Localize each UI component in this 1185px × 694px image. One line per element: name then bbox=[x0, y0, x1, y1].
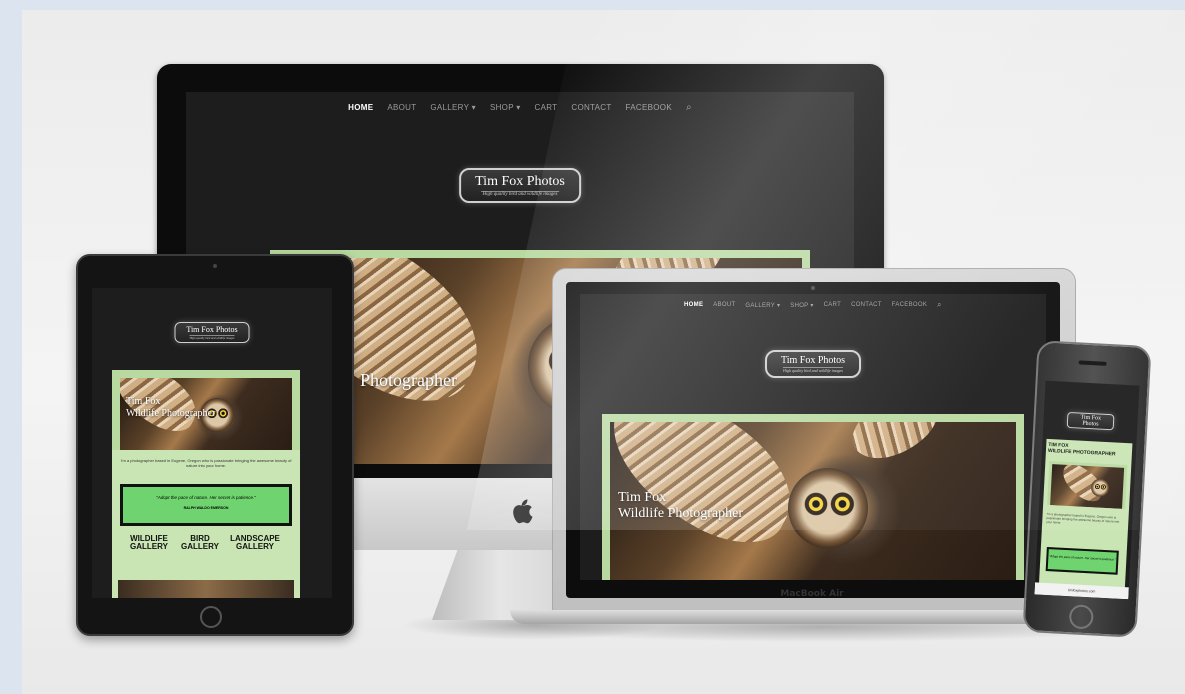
nav-gallery[interactable]: GALLERY ▾ bbox=[745, 302, 780, 309]
ipad-hero-frame: Tim Fox Wildlife Photographer bbox=[112, 370, 300, 450]
ipad-logo[interactable]: Tim Fox Photos High quality bird and wil… bbox=[174, 322, 250, 343]
owl-face bbox=[1090, 478, 1110, 498]
search-icon[interactable]: ⌕ bbox=[686, 102, 692, 113]
macbook-hero-text: Tim Fox Wildlife Photographer bbox=[618, 490, 743, 522]
nav-gallery[interactable]: GALLERY ▾ bbox=[430, 103, 476, 112]
apple-logo-icon bbox=[510, 498, 534, 526]
iphone-hero-frame bbox=[1047, 460, 1128, 510]
nav-cart[interactable]: CART bbox=[824, 302, 841, 308]
ipad-hero-text: Tim Fox Wildlife Photographer bbox=[126, 396, 215, 419]
nav-facebook[interactable]: FACEBOOK bbox=[892, 302, 927, 308]
iphone-frame: Tim Fox Photos TIM FOX WILDLIFE PHOTOGRA… bbox=[1022, 340, 1152, 638]
nav-contact[interactable]: CONTACT bbox=[851, 302, 882, 308]
nav-shop[interactable]: SHOP ▾ bbox=[790, 302, 813, 309]
iphone-screen: Tim Fox Photos TIM FOX WILDLIFE PHOTOGRA… bbox=[1034, 380, 1140, 600]
nav-home[interactable]: HOME bbox=[684, 302, 703, 308]
hero-line-2: Wildlife Photographer bbox=[618, 506, 744, 522]
imac-nav: HOME ABOUT GALLERY ▾ SHOP ▾ CART CONTACT… bbox=[186, 102, 854, 113]
macbook-screen: HOME ABOUT GALLERY ▾ SHOP ▾ CART CONTACT… bbox=[580, 294, 1046, 580]
nav-contact[interactable]: CONTACT bbox=[571, 103, 611, 112]
iphone-speaker bbox=[1078, 360, 1107, 366]
search-icon[interactable]: ⌕ bbox=[937, 300, 942, 310]
ipad-quote-box: "Adopt the pace of nature. Her secret is… bbox=[120, 484, 292, 526]
owl-face bbox=[788, 468, 868, 548]
quote-author: RALPH WALDO EMERSON bbox=[183, 506, 229, 510]
logo-title: Tim Fox Photos bbox=[186, 325, 238, 334]
site-logo[interactable]: Tim Fox Photos High quality bird and wil… bbox=[459, 168, 581, 203]
logo-tagline: High quality bird and wildlife images bbox=[783, 367, 843, 373]
ipad-screen: Tim Fox Photos High quality bird and wil… bbox=[92, 288, 332, 598]
iphone-home-button[interactable] bbox=[1068, 604, 1094, 630]
macbook-nav: HOME ABOUT GALLERY ▾ SHOP ▾ CART CONTACT… bbox=[580, 300, 1046, 310]
ipad-gallery-links: WILDLIFE GALLERY BIRD GALLERY LANDSCAPE … bbox=[124, 534, 284, 552]
quote-text: "Adopt the pace of nature. Her secret is… bbox=[1049, 554, 1116, 562]
macbook-label: MacBook Air bbox=[780, 589, 844, 599]
hero-line-2: Wildlife Photographer bbox=[126, 407, 216, 419]
owl-wing-right bbox=[842, 422, 948, 477]
gallery-link-wildlife[interactable]: WILDLIFE GALLERY bbox=[124, 534, 174, 552]
nav-shop[interactable]: SHOP ▾ bbox=[490, 103, 521, 112]
gallery-link-bird[interactable]: BIRD GALLERY bbox=[177, 534, 223, 552]
ipad-gallery-thumb[interactable] bbox=[118, 580, 294, 598]
imac-hero-text: Photographer bbox=[360, 370, 457, 390]
quote-text: "Adopt the pace of nature. Her secret is… bbox=[156, 495, 256, 500]
iphone-logo[interactable]: Tim Fox Photos bbox=[1066, 411, 1115, 431]
nav-about[interactable]: ABOUT bbox=[713, 302, 735, 308]
owl-image bbox=[1050, 464, 1125, 509]
nav-cart[interactable]: CART bbox=[535, 103, 558, 112]
logo-tagline: High quality bird and wildlife images bbox=[189, 335, 235, 340]
logo-title: Tim Fox Photos bbox=[1080, 414, 1102, 428]
ipad-home-button[interactable] bbox=[200, 606, 222, 628]
nav-about[interactable]: ABOUT bbox=[387, 103, 416, 112]
logo-title: Tim Fox Photos bbox=[780, 355, 846, 366]
nav-facebook[interactable]: FACEBOOK bbox=[626, 103, 672, 112]
macbook-logo[interactable]: Tim Fox Photos High quality bird and wil… bbox=[765, 350, 861, 378]
nav-home[interactable]: HOME bbox=[348, 103, 373, 112]
iphone-quote-box: "Adopt the pace of nature. Her secret is… bbox=[1045, 546, 1119, 575]
ipad-intro-text: I'm a photographer based in Eugene, Oreg… bbox=[120, 458, 292, 469]
mockup-stage: HOME ABOUT GALLERY ▾ SHOP ▾ CART CONTACT… bbox=[22, 10, 1185, 694]
hero-line-1: Tim Fox bbox=[126, 396, 161, 407]
gallery-link-landscape[interactable]: LANDSCAPE GALLERY bbox=[226, 534, 284, 552]
macbook-hero-frame: Tim Fox Wildlife Photographer bbox=[602, 414, 1024, 580]
logo-tagline: High quality bird and wildlife images bbox=[481, 191, 559, 197]
hero-line-1: Tim Fox bbox=[618, 490, 667, 505]
logo-title: Tim Fox Photos bbox=[475, 174, 565, 189]
